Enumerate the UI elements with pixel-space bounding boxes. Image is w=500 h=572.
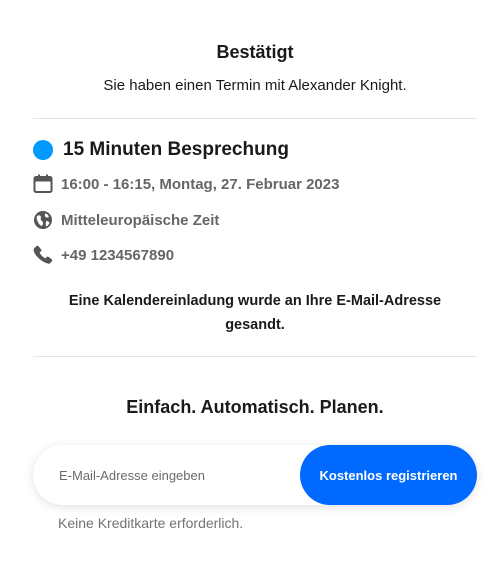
calendar-icon [33,174,53,194]
event-color-dot [33,140,53,160]
divider [33,356,477,357]
event-phone-row: +49 1234567890 [33,245,174,265]
divider [33,118,477,119]
invite-message: Eine Kalendereinladung wurde an Ihre E-M… [68,293,442,333]
event-timezone-text: Mitteleuropäische Zeit [61,211,220,229]
promo-heading: Einfach. Automatisch. Planen. [126,397,384,417]
phone-icon [33,245,53,265]
event-title: 15 Minuten Besprechung [63,139,289,160]
event-title-row: 15 Minuten Besprechung [33,139,289,161]
no-credit-card-note: Keine Kreditkarte erforderlich. [58,515,244,531]
event-timezone-row: Mitteleuropäische Zeit [33,210,219,230]
register-button[interactable]: Kostenlos registrieren [300,445,477,505]
globe-icon [33,210,53,230]
event-phone-text: +49 1234567890 [61,246,175,264]
confirmation-subtitle: Sie haben einen Termin mit Alexander Kni… [103,77,407,94]
signup-form: Kostenlos registrieren [33,445,477,505]
confirmation-title: Bestätigt [216,42,294,62]
event-date-text: 16:00 - 16:15, Montag, 27. Februar 2023 [61,175,340,193]
email-input[interactable] [59,445,299,505]
event-date-row: 16:00 - 16:15, Montag, 27. Februar 2023 [33,174,339,194]
